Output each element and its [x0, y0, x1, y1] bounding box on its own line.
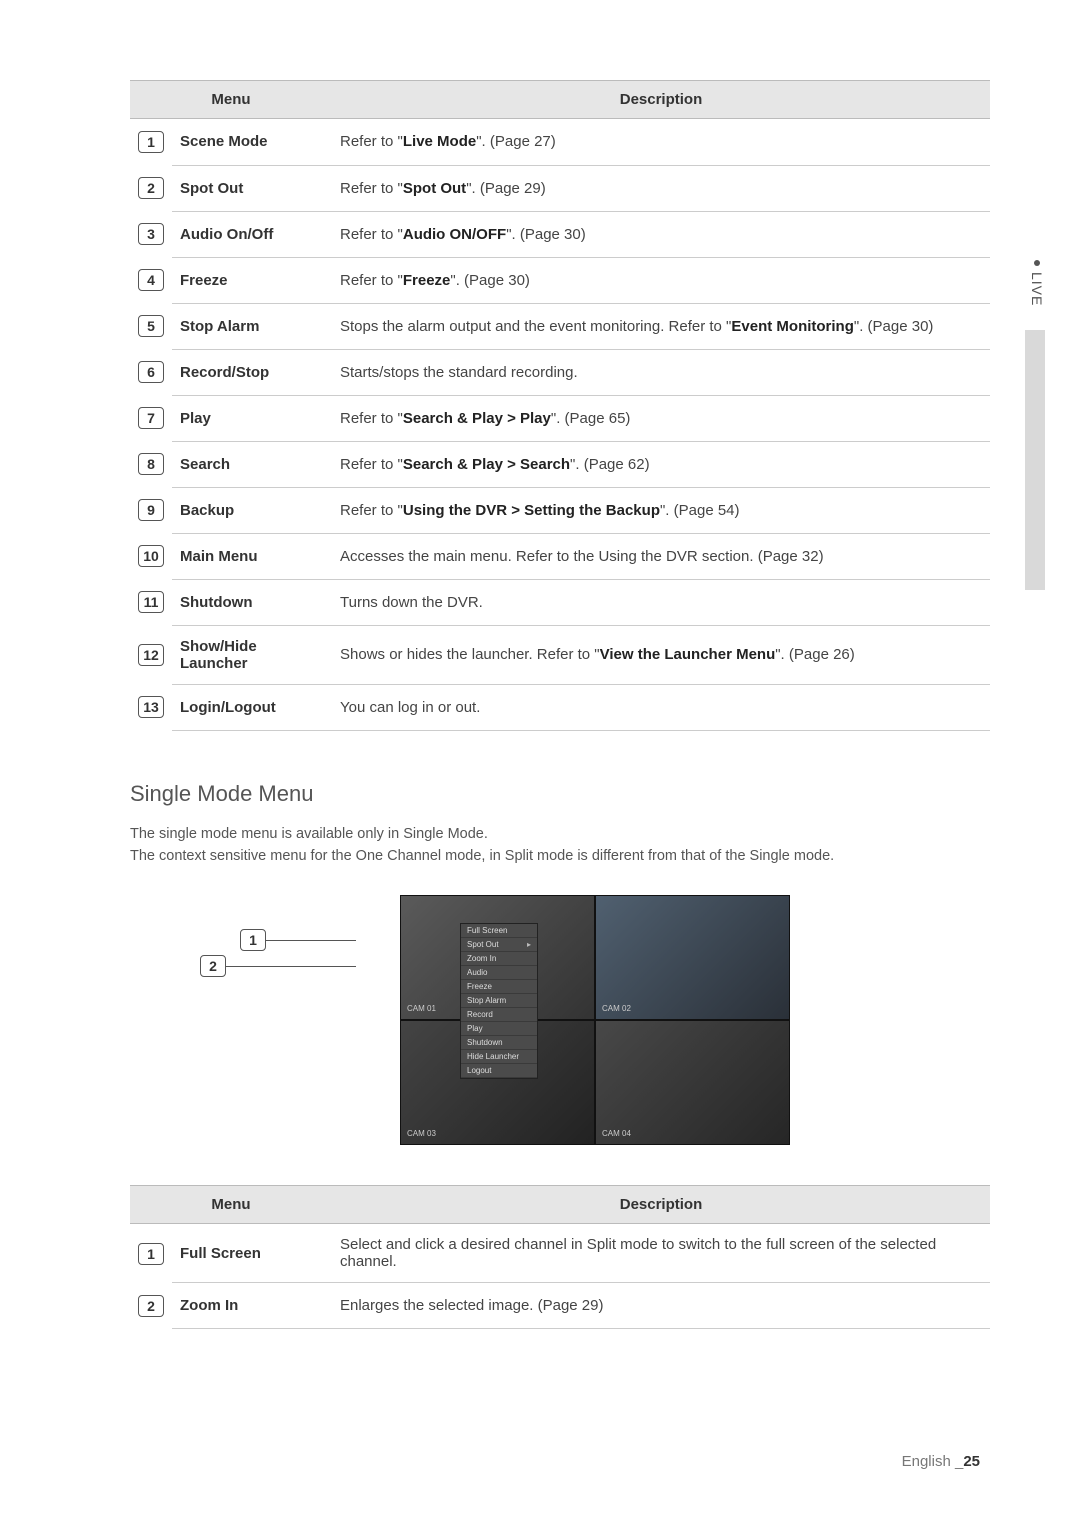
row-number: 4 [138, 269, 164, 291]
menu-desc: Accesses the main menu. Refer to the Usi… [332, 533, 990, 579]
context-menu-item: Audio [461, 966, 537, 980]
table-row: 7 PlayRefer to "Search & Play > Play". (P… [130, 395, 990, 441]
table-row: 1 Full Screen Select and click a desired… [130, 1224, 990, 1283]
row-number: 7 [138, 407, 164, 429]
context-menu: Full ScreenSpot OutZoom InAudioFreezeSto… [460, 923, 538, 1079]
table-row: 13 Login/LogoutYou can log in or out. [130, 684, 990, 730]
table-row: 10 Main MenuAccesses the main menu. Refer… [130, 533, 990, 579]
row-number: 8 [138, 453, 164, 475]
page-footer: English _25 [902, 1453, 980, 1470]
menu-name: Stop Alarm [172, 303, 332, 349]
menu-table-main: Menu Description 1 Scene ModeRefer to "Li… [130, 80, 990, 731]
context-menu-item: Hide Launcher [461, 1050, 537, 1064]
menu-desc: You can log in or out. [332, 684, 990, 730]
bullet-icon [1034, 260, 1040, 266]
row-number: 2 [138, 1295, 164, 1317]
row-number: 2 [138, 177, 164, 199]
col-desc: Description [332, 1186, 990, 1224]
menu-desc: Refer to "Audio ON/OFF". (Page 30) [332, 211, 990, 257]
menu-name: Main Menu [172, 533, 332, 579]
context-menu-item: Stop Alarm [461, 994, 537, 1008]
menu-name: Zoom In [172, 1283, 332, 1329]
menu-table-single: Menu Description 1 Full Screen Select an… [130, 1185, 990, 1329]
menu-desc: Stops the alarm output and the event mon… [332, 303, 990, 349]
single-mode-figure: 1 2 2011-01-01 01:10:25 CAM 01 CAM 02 CA… [330, 895, 790, 1145]
row-number: 5 [138, 315, 164, 337]
context-menu-item: Play [461, 1022, 537, 1036]
menu-name: Scene Mode [172, 119, 332, 166]
side-tab: LIVE [1029, 260, 1045, 306]
context-menu-item: Logout [461, 1064, 537, 1078]
menu-name: Play [172, 395, 332, 441]
side-thumb-index [1025, 330, 1045, 590]
table-row: 2 Spot OutRefer to "Spot Out". (Page 29) [130, 165, 990, 211]
menu-name: Backup [172, 487, 332, 533]
col-desc: Description [332, 81, 990, 119]
row-number: 10 [138, 545, 164, 567]
menu-desc: Refer to "Live Mode". (Page 27) [332, 119, 990, 166]
context-menu-item: Zoom In [461, 952, 537, 966]
menu-desc: Turns down the DVR. [332, 579, 990, 625]
callout-2: 2 [200, 955, 356, 977]
table-row: 4 FreezeRefer to "Freeze". (Page 30) [130, 257, 990, 303]
menu-name: Audio On/Off [172, 211, 332, 257]
row-number: 1 [138, 1243, 164, 1265]
row-number: 1 [138, 131, 164, 153]
menu-desc: Refer to "Freeze". (Page 30) [332, 257, 990, 303]
context-menu-item: Full Screen [461, 924, 537, 938]
callout-1: 1 [240, 929, 356, 951]
menu-desc: Refer to "Search & Play > Play". (Page 6… [332, 395, 990, 441]
menu-name: Login/Logout [172, 684, 332, 730]
menu-name: Spot Out [172, 165, 332, 211]
col-menu: Menu [130, 1186, 332, 1224]
row-number: 6 [138, 361, 164, 383]
context-menu-item: Record [461, 1008, 537, 1022]
side-tab-label: LIVE [1029, 272, 1045, 306]
menu-desc: Select and click a desired channel in Sp… [332, 1224, 990, 1283]
dvr-preview: 2011-01-01 01:10:25 CAM 01 CAM 02 CAM 03… [400, 895, 790, 1145]
section-heading: Single Mode Menu [130, 781, 990, 807]
col-menu: Menu [130, 81, 332, 119]
row-number: 13 [138, 696, 164, 718]
menu-name: Show/Hide Launcher [172, 625, 332, 684]
table-row: 11 ShutdownTurns down the DVR. [130, 579, 990, 625]
menu-desc: Refer to "Using the DVR > Setting the Ba… [332, 487, 990, 533]
menu-name: Freeze [172, 257, 332, 303]
row-number: 12 [138, 644, 164, 666]
menu-desc: Refer to "Search & Play > Search". (Page… [332, 441, 990, 487]
table-row: 9 BackupRefer to "Using the DVR > Setting… [130, 487, 990, 533]
table-row: 6 Record/StopStarts/stops the standard re… [130, 349, 990, 395]
table-row: 2 Zoom In Enlarges the selected image. (… [130, 1283, 990, 1329]
menu-desc: Starts/stops the standard recording. [332, 349, 990, 395]
intro-text: The single mode menu is available only i… [130, 823, 990, 868]
menu-name: Shutdown [172, 579, 332, 625]
menu-desc: Refer to "Spot Out". (Page 29) [332, 165, 990, 211]
table-row: 1 Scene ModeRefer to "Live Mode". (Page 2… [130, 119, 990, 166]
context-menu-item: Shutdown [461, 1036, 537, 1050]
table-row: 8 SearchRefer to "Search & Play > Search"… [130, 441, 990, 487]
menu-desc: Enlarges the selected image. (Page 29) [332, 1283, 990, 1329]
row-number: 11 [138, 591, 164, 613]
menu-name: Record/Stop [172, 349, 332, 395]
context-menu-item: Spot Out [461, 938, 537, 952]
menu-desc: Shows or hides the launcher. Refer to "V… [332, 625, 990, 684]
menu-name: Search [172, 441, 332, 487]
table-row: 5 Stop AlarmStops the alarm output and th… [130, 303, 990, 349]
row-number: 9 [138, 499, 164, 521]
table-row: 12 Show/Hide LauncherShows or hides the l… [130, 625, 990, 684]
context-menu-item: Freeze [461, 980, 537, 994]
row-number: 3 [138, 223, 164, 245]
menu-name: Full Screen [172, 1224, 332, 1283]
table-row: 3 Audio On/OffRefer to "Audio ON/OFF". (P… [130, 211, 990, 257]
